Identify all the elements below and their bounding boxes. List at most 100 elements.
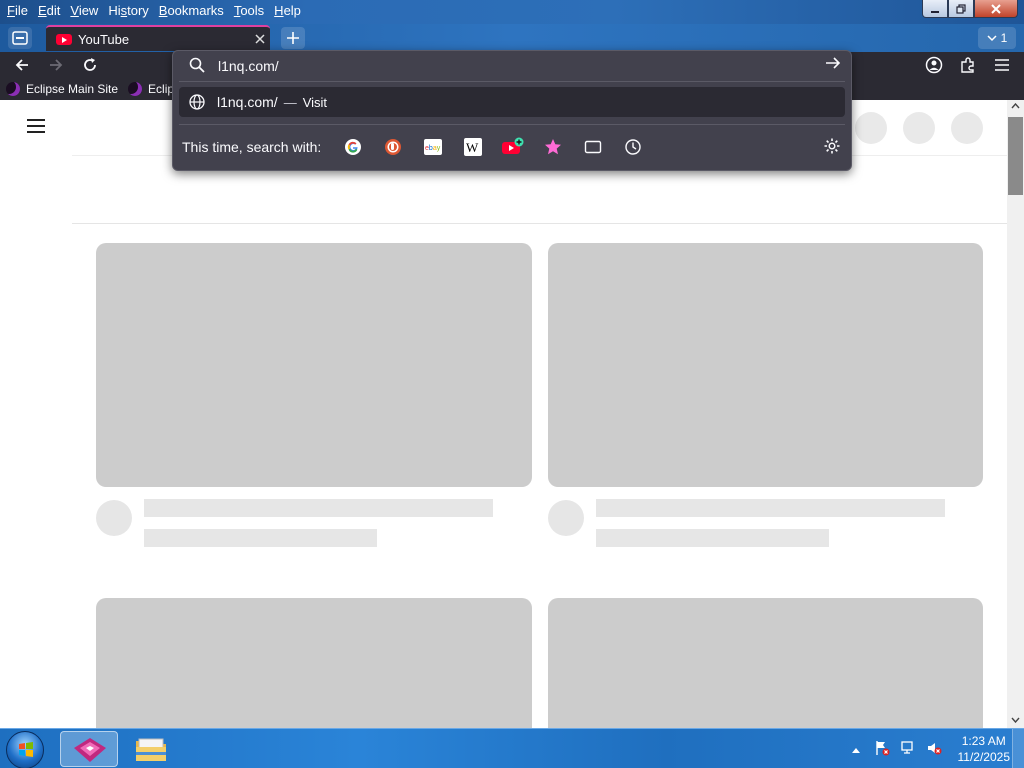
close-icon [255, 34, 265, 44]
list-all-tabs-button[interactable]: 1 [978, 27, 1016, 49]
account-icon [925, 56, 943, 74]
clock-time: 1:23 AM [961, 734, 1006, 748]
video-title-placeholder [144, 499, 493, 517]
urlbar-dropdown: l1nq.com/ l1nq.com/ — Visit This time, s… [172, 50, 852, 171]
folder-icon [136, 738, 166, 761]
tab-youtube[interactable]: YouTube [46, 25, 270, 51]
extensions-button[interactable] [957, 54, 979, 76]
app-menu-button[interactable] [991, 54, 1013, 76]
minimize-icon [931, 10, 939, 13]
header-placeholder-circle [903, 112, 935, 144]
duckduckgo-icon [385, 139, 402, 155]
wikipedia-icon: W [464, 138, 483, 156]
menu-edit[interactable]: Edit [33, 0, 65, 22]
hamburger-menu-icon [995, 59, 1009, 71]
search-icon [189, 57, 205, 73]
url-suggestion-visit[interactable]: l1nq.com/ — Visit [179, 87, 845, 117]
page-content [0, 100, 1007, 728]
reload-button[interactable] [78, 54, 102, 76]
video-meta-placeholder [144, 529, 377, 547]
new-tab-button[interactable] [281, 27, 305, 49]
tab-close-button[interactable] [250, 31, 270, 47]
volume-muted-icon[interactable] [926, 740, 942, 759]
bookmark-eclipse-main-site[interactable]: Eclipse Main Site [6, 82, 118, 96]
taskbar-file-explorer[interactable] [122, 731, 180, 767]
network-icon[interactable] [900, 740, 916, 759]
forward-button[interactable] [44, 54, 68, 76]
browser-app-icon [74, 738, 106, 762]
google-icon [345, 139, 362, 155]
divider [179, 124, 845, 125]
back-arrow-icon [15, 59, 28, 71]
go-arrow-button[interactable] [823, 56, 843, 75]
menu-help[interactable]: Help [269, 0, 306, 22]
chevron-up-icon [1011, 102, 1020, 109]
account-button[interactable] [923, 54, 945, 76]
menu-tools[interactable]: Tools [229, 0, 269, 22]
scroll-up-arrow-icon[interactable] [1007, 100, 1024, 114]
url-input-value[interactable]: l1nq.com/ [218, 58, 279, 74]
chevron-down-icon [987, 35, 997, 42]
taskbar-browser-app[interactable] [60, 731, 118, 767]
google-search-button[interactable] [333, 133, 373, 161]
hamburger-line [27, 125, 45, 127]
restore-button[interactable] [948, 0, 974, 18]
youtube-add-engine-button[interactable] [493, 133, 533, 161]
start-button[interactable] [6, 731, 44, 768]
tab-title: YouTube [78, 31, 130, 47]
firefox-view-button[interactable] [8, 27, 32, 49]
url-input[interactable]: l1nq.com/ [173, 51, 851, 81]
restore-icon [956, 3, 966, 14]
taskbar-clock[interactable]: 1:23 AM 11/2/2025 [958, 733, 1011, 765]
video-thumbnail-placeholder[interactable] [96, 243, 532, 487]
video-title-placeholder [596, 499, 945, 517]
ebay-search-button[interactable]: ebay [413, 133, 453, 161]
scroll-thumb[interactable] [1008, 117, 1023, 195]
arrow-right-icon [826, 57, 841, 69]
plus-icon [287, 32, 299, 44]
globe-icon [189, 94, 205, 110]
search-tabs-button[interactable] [573, 133, 613, 161]
back-button[interactable] [10, 54, 34, 76]
duckduckgo-search-button[interactable] [373, 133, 413, 161]
chevron-down-icon [1011, 717, 1020, 724]
video-thumbnail-placeholder[interactable] [96, 598, 532, 728]
svg-text:W: W [466, 140, 479, 155]
menu-bookmarks[interactable]: Bookmarks [154, 0, 229, 22]
search-history-button[interactable] [613, 133, 653, 161]
close-window-button[interactable] [974, 0, 1018, 18]
divider [179, 81, 845, 82]
scroll-down-arrow-icon[interactable] [1007, 714, 1024, 728]
ebay-icon: ebay [424, 139, 443, 155]
firefox-view-icon [12, 31, 28, 45]
show-hidden-icons-button[interactable] [848, 742, 864, 756]
bookmarks-star-icon [545, 139, 562, 155]
youtube-guide-menu-button[interactable] [27, 119, 45, 137]
eclipse-icon [6, 82, 20, 96]
youtube-add-icon [502, 137, 524, 154]
suggestion-url: l1nq.com/ [217, 94, 278, 110]
menu-history[interactable]: History [103, 0, 153, 22]
action-center-flag-icon[interactable] [874, 740, 890, 759]
windows-taskbar: 1:23 AM 11/2/2025 [0, 728, 1024, 768]
window-titlebar: File Edit View History Bookmarks Tools H… [0, 0, 1024, 24]
one-off-search-engines: This time, search with: ebay W [173, 131, 851, 163]
gear-icon [824, 138, 840, 154]
video-thumbnail-placeholder[interactable] [548, 598, 983, 728]
network-monitor-icon [900, 740, 913, 754]
page-scrollbar[interactable] [1007, 100, 1024, 728]
menubar: File Edit View History Bookmarks Tools H… [2, 0, 306, 22]
flag-alert-icon [875, 740, 889, 755]
menu-file[interactable]: File [2, 0, 33, 22]
speaker-muted-icon [927, 742, 941, 754]
show-desktop-button[interactable] [1012, 729, 1024, 768]
menu-view[interactable]: View [65, 0, 103, 22]
search-settings-button[interactable] [823, 137, 841, 155]
video-thumbnail-placeholder[interactable] [548, 243, 983, 487]
window-controls [922, 0, 1018, 18]
search-bookmarks-button[interactable] [533, 133, 573, 161]
minimize-button[interactable] [922, 0, 948, 18]
suggestion-action: Visit [302, 94, 328, 110]
hamburger-line [27, 119, 45, 121]
wikipedia-search-button[interactable]: W [453, 133, 493, 161]
